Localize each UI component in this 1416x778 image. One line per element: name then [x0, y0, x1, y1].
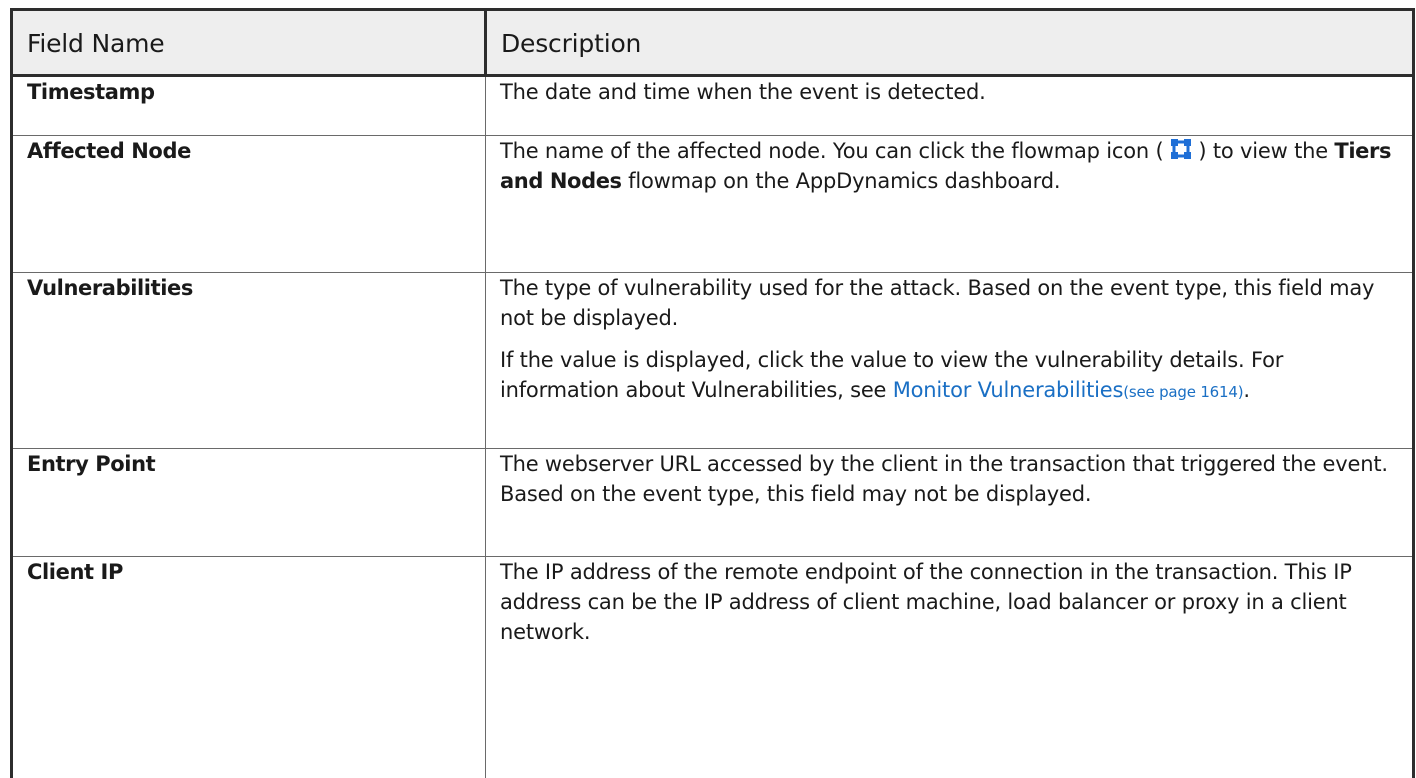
table-row-vulnerabilities: Vulnerabilities The type of vulnerabilit…	[10, 272, 1415, 449]
desc-text: .	[1243, 378, 1250, 402]
description-affected-node: The name of the affected node. You can c…	[500, 136, 1398, 196]
description-cell: The name of the affected node. You can c…	[485, 135, 1415, 273]
description-cell: The type of vulnerability used for the a…	[485, 272, 1415, 449]
flowmap-icon[interactable]	[1170, 138, 1192, 160]
monitor-vulnerabilities-link[interactable]: Monitor Vulnerabilities(see page 1614)	[893, 378, 1244, 402]
link-page-ref: (see page 1614)	[1123, 383, 1244, 401]
field-cell: Vulnerabilities	[10, 272, 486, 449]
desc-text: flowmap on the AppDynamics dashboard.	[621, 169, 1061, 193]
description-client-ip: The IP address of the remote endpoint of…	[500, 560, 1352, 644]
field-cell: Client IP	[10, 556, 486, 778]
field-name-vulnerabilities: Vulnerabilities	[27, 276, 193, 300]
field-cell: Timestamp	[10, 75, 486, 136]
description-cell: The IP address of the remote endpoint of…	[485, 556, 1415, 778]
table-row-entry-point: Entry Point The webserver URL accessed b…	[10, 448, 1415, 557]
field-cell: Affected Node	[10, 135, 486, 273]
description-cell: The webserver URL accessed by the client…	[485, 448, 1415, 557]
desc-text: ) to view the	[1191, 139, 1335, 163]
description-timestamp: The date and time when the event is dete…	[500, 80, 986, 104]
table-row-client-ip: Client IP The IP address of the remote e…	[10, 556, 1415, 778]
header-description: Description	[484, 8, 1415, 77]
description-cell: The date and time when the event is dete…	[485, 75, 1415, 136]
link-text: Monitor Vulnerabilities	[892, 378, 1124, 402]
table-header: Field Name Description	[10, 8, 1415, 77]
description-vulnerabilities-para1: The type of vulnerability used for the a…	[500, 276, 1375, 330]
table-body: Timestamp The date and time when the eve…	[10, 75, 1415, 778]
table-row-affected-node: Affected Node The name of the affected n…	[10, 135, 1415, 273]
field-name-entry-point: Entry Point	[27, 452, 156, 476]
desc-text: The name of the affected node. You can c…	[500, 139, 1170, 163]
field-name-affected-node: Affected Node	[27, 139, 191, 163]
header-row: Field Name Description	[10, 8, 1415, 77]
field-name-client-ip: Client IP	[27, 560, 123, 584]
description-entry-point: The webserver URL accessed by the client…	[500, 452, 1388, 506]
field-name-timestamp: Timestamp	[27, 80, 155, 104]
header-field-name: Field Name	[10, 8, 487, 77]
field-cell: Entry Point	[10, 448, 486, 557]
description-vulnerabilities-para2: If the value is displayed, click the val…	[500, 345, 1398, 407]
table-row-timestamp: Timestamp The date and time when the eve…	[10, 75, 1415, 136]
field-description-table: Field Name Description Timestamp The dat…	[10, 8, 1415, 778]
